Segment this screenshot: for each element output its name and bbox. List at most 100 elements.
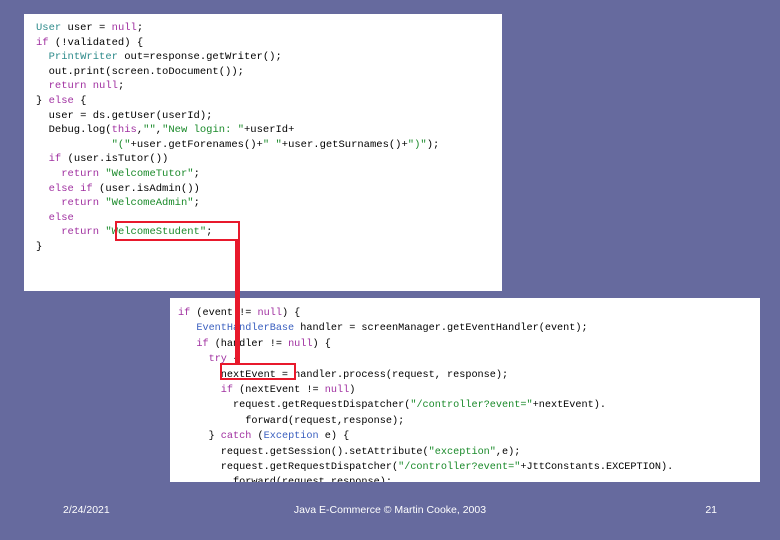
code-token: request.getRequestDispatcher( [178,400,411,412]
code-token: ; [193,167,200,180]
code-token: null [324,384,350,396]
code-token: else [48,94,74,107]
code-token: out.print(screen.toDocument()); [36,65,244,78]
code-token: "" [143,124,156,137]
code-token: "WelcomeTutor" [105,167,194,180]
code-token: +nextEvent). [532,400,606,412]
code-token: +user.getForenames()+ [130,138,263,151]
code-panel-login-handler: User user = null; if (!validated) { Print… [24,14,502,291]
code-token: else [48,211,74,224]
code-line: if (nextEvent != null) [178,383,754,398]
code-token: ; [117,80,125,93]
code-line: } [36,240,496,255]
code-token: ; [206,226,213,239]
code-token: } [178,431,221,443]
code-panel-controller-dispatch: if (event != null) { EventHandlerBase ha… [170,298,760,482]
code-line: else if (user.isAdmin()) [36,182,496,197]
code-token: if [48,153,62,166]
code-line: } else { [36,94,496,109]
code-token: } [36,240,43,253]
code-token: (!validated) { [48,36,144,49]
code-token: +userId+ [244,124,295,137]
code-token: if [36,36,49,49]
code-line: if (handler != null) { [178,337,754,352]
code-token: Exception [263,431,319,443]
code-token: ) { [312,338,331,350]
code-token: (nextEvent != [233,384,325,396]
code-token: else if [48,182,93,195]
code-token: +JttConstants.EXCEPTION). [520,461,674,473]
code-token: return [48,80,87,93]
code-token: return [61,167,100,180]
code-token: { [73,94,87,107]
code-token: ); [426,138,440,151]
code-line: "("+user.getForenames()+" "+user.getSurn… [36,138,496,153]
code-token: if [220,384,234,396]
code-token: e) { [318,431,350,443]
code-line: User user = null; [36,21,496,36]
code-line: PrintWriter out=response.getWriter(); [36,50,496,65]
code-token: "(" [111,138,131,151]
code-line: if (user.isTutor()) [36,152,496,167]
code-token: ,e); [495,446,521,458]
code-line: request.getSession().setAttribute("excep… [178,445,754,460]
code-line: request.getRequestDispatcher("/controlle… [178,398,754,413]
code-line: out.print(screen.toDocument()); [36,65,496,80]
code-line: return "WelcomeTutor"; [36,167,496,182]
code-line: forward(request,response); [178,414,754,429]
slide-footer: 2/24/2021 Java E-Commerce © Martin Cooke… [0,500,780,522]
code-token: (event != [190,308,258,319]
code-line: nextEvent = handler.process(request, res… [178,368,754,383]
code-token: Debug.log( [36,124,112,137]
code-token: PrintWriter [48,51,118,64]
code-token: request.getSession().setAttribute( [178,446,429,458]
code-line: EventHandlerBase handler = screenManager… [178,321,754,336]
code-block-controller-dispatch: if (event != null) { EventHandlerBase ha… [178,306,754,482]
code-token: null [111,22,137,34]
code-token: handler = screenManager.getEventHandler(… [294,323,588,335]
code-line: } catch (Exception e) { [178,429,754,444]
code-line: else [36,211,496,226]
code-token: if [178,308,191,319]
connector-arrow-line [235,240,240,363]
code-token: null [257,308,282,319]
code-token: null [92,80,118,93]
code-token: try [208,354,227,366]
code-line: return "WelcomeAdmin"; [36,196,496,211]
code-token: (user.isAdmin()) [92,182,200,195]
code-token: if [196,338,209,350]
code-line: Debug.log(this,"","New login: "+userId+ [36,123,496,138]
code-token: ) [349,384,356,396]
code-token: ; [136,22,144,34]
code-token: ; [193,197,200,210]
code-token: forward(request,response); [178,415,405,427]
code-token: user = [61,22,112,34]
slide-canvas: User user = null; if (!validated) { Print… [0,0,780,540]
code-line: return "WelcomeStudent"; [36,225,496,240]
code-line: try { [178,352,754,367]
code-token: request.getRequestDispatcher( [178,461,399,473]
code-token: " " [262,138,282,151]
code-line: if (!validated) { [36,36,496,51]
code-token: null [288,338,313,350]
code-line: return null; [36,79,496,94]
code-token: out=response.getWriter(); [117,51,282,64]
code-token: } [36,94,49,107]
code-line: forward(request,response); [178,475,754,482]
code-token: ")" [407,138,427,151]
code-line: user = ds.getUser(userId); [36,109,496,124]
code-token: ( [251,431,264,443]
code-token: "WelcomeAdmin" [105,197,194,210]
footer-title: Java E-Commerce © Martin Cooke, 2003 [293,504,487,516]
